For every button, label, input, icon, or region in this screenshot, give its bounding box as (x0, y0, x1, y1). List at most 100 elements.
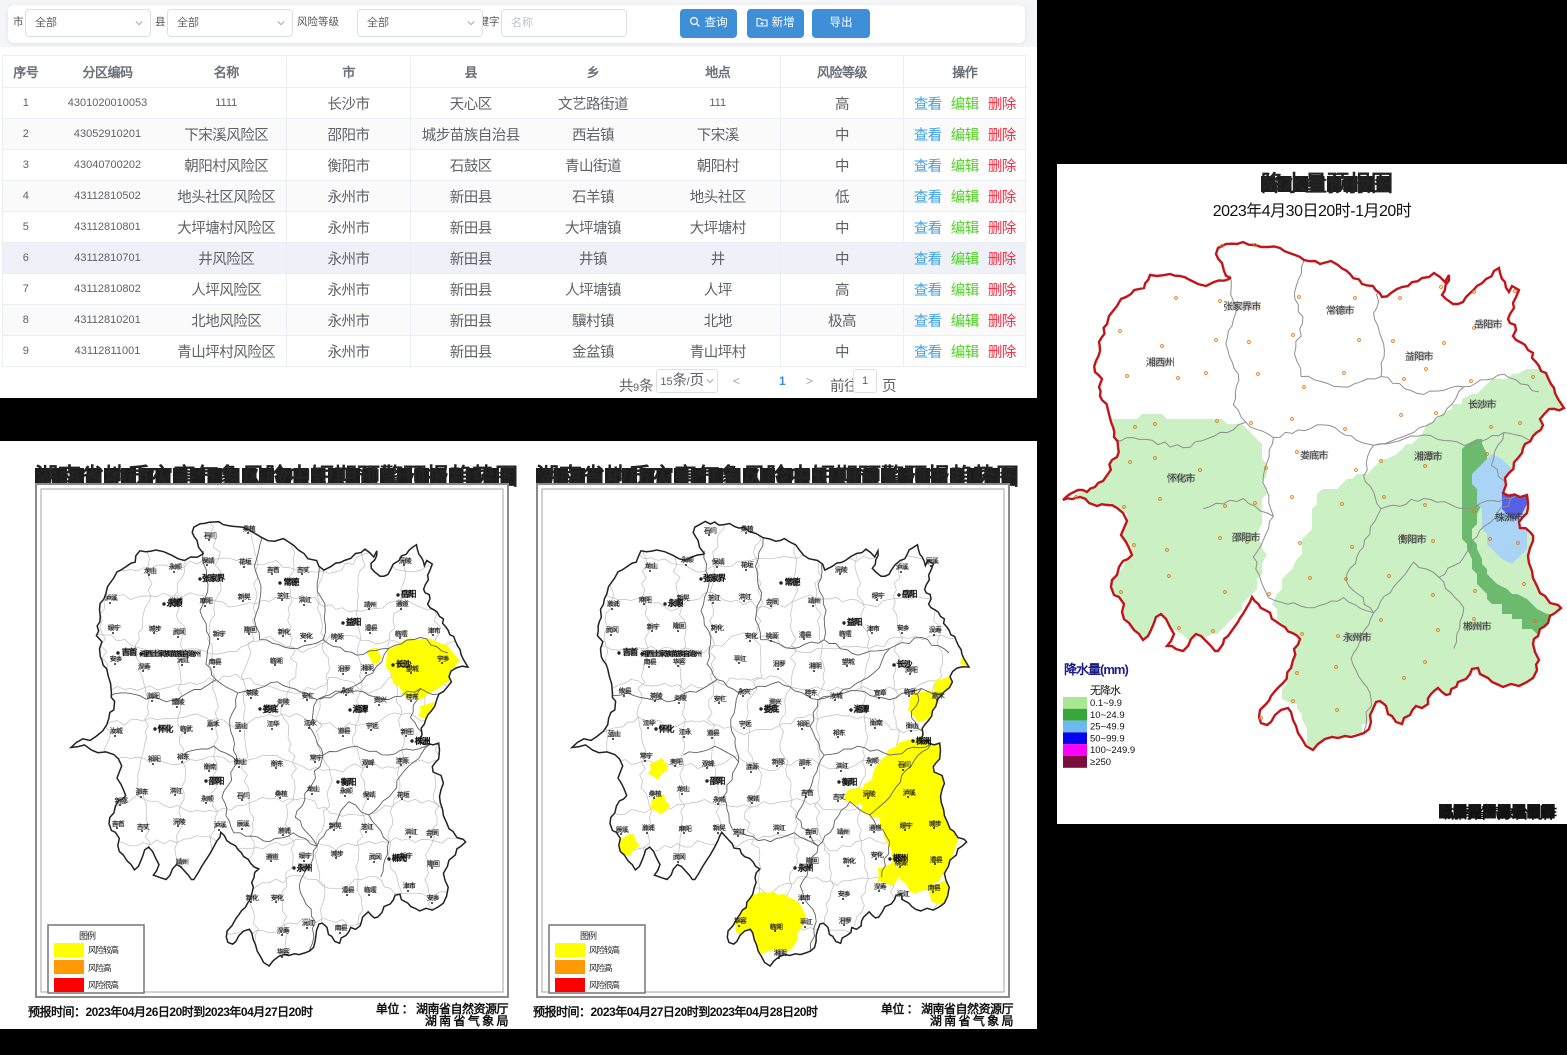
svg-text:桃源: 桃源 (766, 631, 780, 640)
svg-text:吉首: 吉首 (121, 647, 138, 657)
svg-text:永兴: 永兴 (738, 687, 752, 696)
svg-text:永顺: 永顺 (666, 598, 684, 608)
svg-text:湘阴: 湘阴 (809, 661, 823, 670)
svg-text:新晃: 新晃 (713, 823, 727, 832)
svg-text:汉寿: 汉寿 (277, 926, 290, 935)
svg-text:洪江: 洪江 (170, 786, 183, 795)
svg-text:娄底: 娄底 (262, 704, 279, 714)
svg-text:涟源: 涟源 (396, 756, 409, 765)
svg-text:龙山: 龙山 (144, 566, 157, 575)
svg-text:新晃: 新晃 (238, 592, 251, 601)
svg-text:靖州: 靖州 (176, 857, 189, 866)
svg-text:花垣: 花垣 (239, 557, 252, 566)
svg-text:津市: 津市 (798, 893, 812, 902)
svg-text:芝江: 芝江 (708, 593, 722, 602)
svg-text:泸溪: 泸溪 (896, 562, 910, 571)
svg-text:龙山: 龙山 (645, 561, 659, 570)
svg-text:会同: 会同 (805, 827, 819, 836)
svg-text:新宁: 新宁 (647, 622, 661, 631)
svg-text:龙山: 龙山 (307, 784, 320, 793)
svg-text:邵东: 邵东 (136, 787, 149, 796)
svg-text:常德: 常德 (283, 577, 300, 587)
svg-text:洪江: 洪江 (773, 823, 787, 832)
svg-text:安乡: 安乡 (838, 889, 852, 898)
svg-text:保靖: 保靖 (747, 794, 761, 803)
svg-text:永顺: 永顺 (169, 562, 182, 571)
svg-text:通道: 通道 (396, 599, 409, 608)
svg-text:保靖: 保靖 (363, 790, 376, 799)
svg-text:安化: 安化 (745, 631, 759, 640)
svg-text:澧县: 澧县 (342, 885, 355, 894)
svg-text:益阳: 益阳 (846, 617, 862, 627)
svg-text:永州市: 永州市 (1343, 631, 1372, 644)
svg-text:武冈: 武冈 (606, 625, 620, 634)
svg-text:华容: 华容 (673, 657, 687, 666)
svg-text:湘潭: 湘潭 (352, 704, 369, 714)
svg-text:湘潭: 湘潭 (853, 704, 870, 714)
svg-text:江永: 江永 (679, 727, 693, 736)
svg-text:耒阳: 耒阳 (670, 757, 684, 766)
svg-text:洪江: 洪江 (739, 592, 753, 601)
svg-text:新化: 新化 (711, 623, 725, 632)
svg-text:洪江: 洪江 (405, 827, 418, 836)
svg-text:古丈: 古丈 (137, 822, 150, 831)
svg-text:10~24.9: 10~24.9 (1090, 710, 1125, 721)
svg-text:汨罗: 汨罗 (773, 660, 787, 668)
svg-text:祁阳: 祁阳 (797, 719, 811, 728)
svg-text:沅江: 沅江 (302, 919, 315, 927)
svg-text:沅陵: 沅陵 (863, 789, 877, 798)
svg-text:安化: 安化 (871, 850, 885, 859)
svg-text:炎陵: 炎陵 (277, 697, 290, 706)
svg-text:永州: 永州 (796, 863, 813, 873)
svg-text:泸溪: 泸溪 (105, 593, 118, 602)
svg-text:永顺: 永顺 (340, 786, 353, 795)
svg-text:娄底市: 娄底市 (1300, 449, 1329, 462)
svg-text:怀化: 怀化 (658, 724, 675, 734)
svg-text:≥250: ≥250 (1090, 757, 1111, 768)
svg-text:石门: 石门 (204, 531, 217, 540)
svg-text:汝城: 汝城 (830, 691, 844, 700)
svg-text:永顺: 永顺 (866, 756, 880, 765)
svg-text:郴州: 郴州 (892, 853, 908, 863)
svg-text:华容: 华容 (734, 916, 748, 925)
svg-text:通道: 通道 (869, 823, 883, 832)
svg-text:古丈: 古丈 (833, 792, 847, 801)
svg-text:会同: 会同 (766, 597, 780, 606)
svg-text:湘西土家族苗族自治州: 湘西土家族苗族自治州 (140, 649, 201, 658)
svg-text:南县: 南县 (209, 657, 222, 666)
svg-text:桑植: 桑植 (741, 524, 755, 533)
svg-text:永顺: 永顺 (201, 794, 214, 803)
svg-text:图例: 图例 (580, 930, 597, 941)
svg-text:长沙: 长沙 (896, 659, 913, 669)
svg-text:湘西州: 湘西州 (1146, 356, 1175, 369)
svg-text:绥宁: 绥宁 (900, 821, 914, 830)
svg-text:宁远: 宁远 (366, 721, 379, 730)
svg-text:100~249.9: 100~249.9 (1090, 745, 1135, 756)
svg-text:吉首: 吉首 (801, 788, 815, 797)
svg-text:风险高: 风险高 (88, 963, 111, 973)
svg-text:安乡: 安乡 (897, 623, 911, 632)
svg-text:临澧: 临澧 (839, 629, 853, 638)
svg-text:风险很高: 风险很高 (88, 980, 119, 990)
svg-text:资兴: 资兴 (374, 695, 387, 704)
svg-text:汉寿: 汉寿 (874, 882, 888, 891)
svg-text:长沙: 长沙 (395, 659, 412, 669)
svg-text:新邵: 新邵 (115, 796, 128, 805)
svg-text:津市: 津市 (428, 626, 441, 635)
svg-text:株洲: 株洲 (414, 736, 430, 746)
svg-text:醴陵: 醴陵 (172, 697, 185, 706)
svg-text:芝江: 芝江 (361, 822, 374, 831)
svg-text:宁乡: 宁乡 (437, 654, 450, 663)
svg-text:双峰: 双峰 (362, 758, 375, 767)
svg-text:张家界: 张家界 (703, 573, 727, 583)
svg-text:桑植: 桑植 (275, 789, 288, 798)
svg-text:永顺: 永顺 (713, 795, 727, 804)
svg-text:临澧: 临澧 (395, 629, 408, 638)
svg-text:安仁: 安仁 (714, 694, 728, 703)
svg-text:漵浦: 漵浦 (278, 826, 291, 835)
svg-text:衡山: 衡山 (234, 757, 247, 766)
svg-text:靖州: 靖州 (364, 600, 377, 609)
svg-text:风险很高: 风险很高 (589, 980, 620, 990)
svg-text:衡阳: 衡阳 (841, 777, 857, 787)
svg-text:桃源: 桃源 (331, 632, 344, 641)
